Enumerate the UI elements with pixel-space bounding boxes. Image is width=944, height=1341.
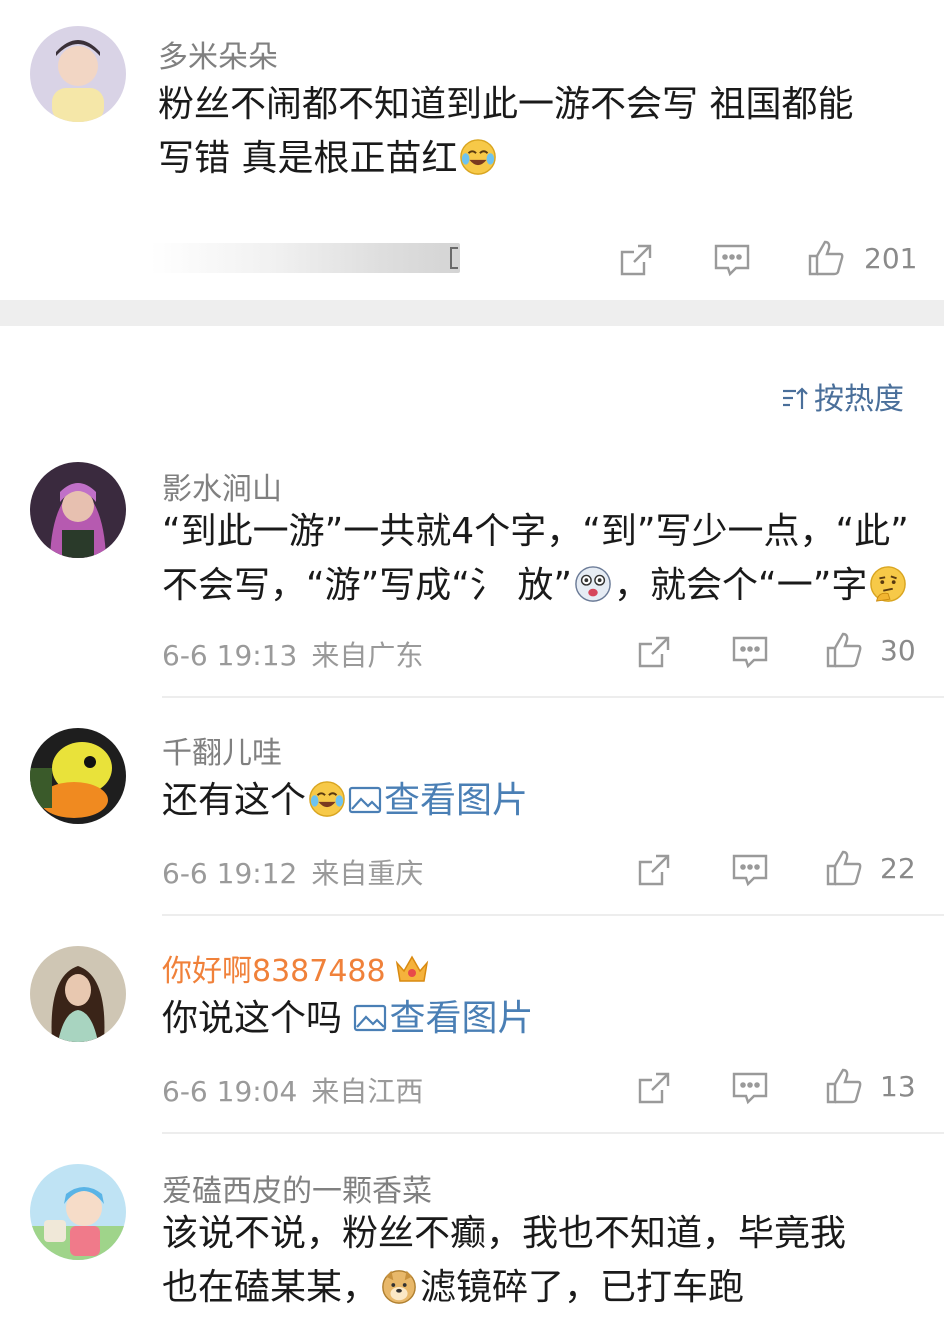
comment-time: 6-6 19:12 [162, 857, 298, 890]
comment-line-text: 还有这个 [162, 780, 307, 821]
comment-text: “到此一游”一共就4个字，“到”写少一点，“此” 不会写，“游”写成“氵 放” ，… [162, 505, 922, 613]
comment-text: 还有这个 查看图片 [162, 774, 922, 828]
thinking-emoji-icon [869, 565, 907, 603]
username[interactable]: 多米朵朵 [158, 32, 278, 76]
view-image-link[interactable]: 查看图片 [348, 780, 528, 821]
comment-line-text: ，就会个“一”字 [614, 565, 868, 606]
sort-by-heat-button[interactable]: 按热度 [780, 374, 904, 418]
username-text: 你好啊8387488 [162, 954, 386, 989]
avatar[interactable] [30, 946, 126, 1042]
top-comment: 多米朵朵 粉丝不闹都不知道到此一游不会写 祖国都能 写错 真是根正苗红 201 [0, 0, 944, 300]
like-icon[interactable] [824, 848, 864, 888]
comment-time: 6-6 19:04 [162, 1075, 298, 1108]
comment-text: 该说不说，粉丝不癫，我也不知道，毕竟我 也在磕某某， 滤镜碎了，已打车跑 [162, 1207, 922, 1315]
sort-icon [780, 383, 810, 413]
blurred-text [150, 243, 460, 273]
share-icon[interactable] [616, 240, 656, 280]
comment-line: 你说这个吗 查看图片 [162, 992, 922, 1046]
comment-line: 粉丝不闹都不知道到此一游不会写 祖国都能 [158, 84, 854, 125]
sort-label: 按热度 [814, 382, 904, 417]
comment-line-text: 也在磕某某， [162, 1267, 379, 1308]
username[interactable]: 爱磕西皮的一颗香菜 [162, 1166, 432, 1210]
comment-icon[interactable] [730, 850, 770, 890]
comment-icon[interactable] [712, 240, 752, 280]
view-image-label: 查看图片 [389, 998, 534, 1039]
view-image-link[interactable]: 查看图片 [353, 998, 533, 1039]
comment-meta: 6-6 19:13 来自广东 [162, 634, 437, 674]
share-icon[interactable] [634, 850, 674, 890]
comment-meta: 6-6 19:04 来自江西 [162, 1070, 437, 1110]
username[interactable]: 影水涧山 [162, 464, 282, 508]
laugh-cry-emoji-icon [459, 138, 497, 176]
view-image-label: 查看图片 [384, 780, 529, 821]
comment-icon[interactable] [730, 632, 770, 672]
comment-text: 粉丝不闹都不知道到此一游不会写 祖国都能 写错 真是根正苗红 [158, 78, 918, 186]
comment-line-text: 不会写，“游”写成“氵 放” [162, 565, 573, 606]
comment-line: 该说不说，粉丝不癫，我也不知道，毕竟我 [162, 1213, 847, 1254]
like-icon[interactable] [824, 1066, 864, 1106]
avatar[interactable] [30, 462, 126, 558]
comment-location: 来自重庆 [311, 857, 424, 890]
like-count: 201 [864, 242, 918, 275]
comment-line: 还有这个 查看图片 [162, 774, 922, 828]
share-icon[interactable] [634, 632, 674, 672]
comment-location: 来自江西 [311, 1075, 424, 1108]
comment-line: 不会写，“游”写成“氵 放” ，就会个“一”字 [162, 559, 922, 613]
image-icon [348, 785, 382, 815]
comment-line: “到此一游”一共就4个字，“到”写少一点，“此” [162, 511, 909, 552]
like-count: 22 [880, 852, 916, 885]
avatar[interactable] [30, 1164, 126, 1260]
comment-line-text: 你说这个吗 [162, 998, 354, 1039]
divider [162, 914, 944, 916]
like-icon[interactable] [806, 238, 846, 278]
share-icon[interactable] [634, 1068, 674, 1108]
divider [162, 1132, 944, 1134]
comment-line-text: 滤镜碎了，已打车跑 [420, 1267, 745, 1308]
laugh-cry-emoji-icon [308, 780, 346, 818]
like-icon[interactable] [824, 630, 864, 670]
comment-icon[interactable] [730, 1068, 770, 1108]
like-count: 13 [880, 1070, 916, 1103]
comment-meta: 6-6 19:12 来自重庆 [162, 852, 437, 892]
comment-line: 也在磕某某， 滤镜碎了，已打车跑 [162, 1261, 922, 1315]
cursor-mark [450, 247, 458, 269]
doge-emoji-icon [380, 1267, 418, 1305]
like-count: 30 [880, 634, 916, 667]
comment-time: 6-6 19:13 [162, 639, 298, 672]
comment-line: 写错 真是根正苗红 [158, 132, 918, 186]
avatar[interactable] [30, 26, 126, 122]
comment-text: 你说这个吗 查看图片 [162, 992, 922, 1046]
comment-location: 来自广东 [311, 639, 424, 672]
crown-badge-icon [394, 953, 430, 985]
dizzy-face-emoji-icon [574, 565, 612, 603]
avatar[interactable] [30, 728, 126, 824]
section-divider [0, 300, 944, 326]
image-icon [353, 1003, 387, 1033]
comment-line-text: 写错 真是根正苗红 [158, 138, 458, 179]
username[interactable]: 你好啊8387488 [162, 946, 430, 990]
username[interactable]: 千翻儿哇 [162, 728, 282, 772]
divider [162, 696, 944, 698]
